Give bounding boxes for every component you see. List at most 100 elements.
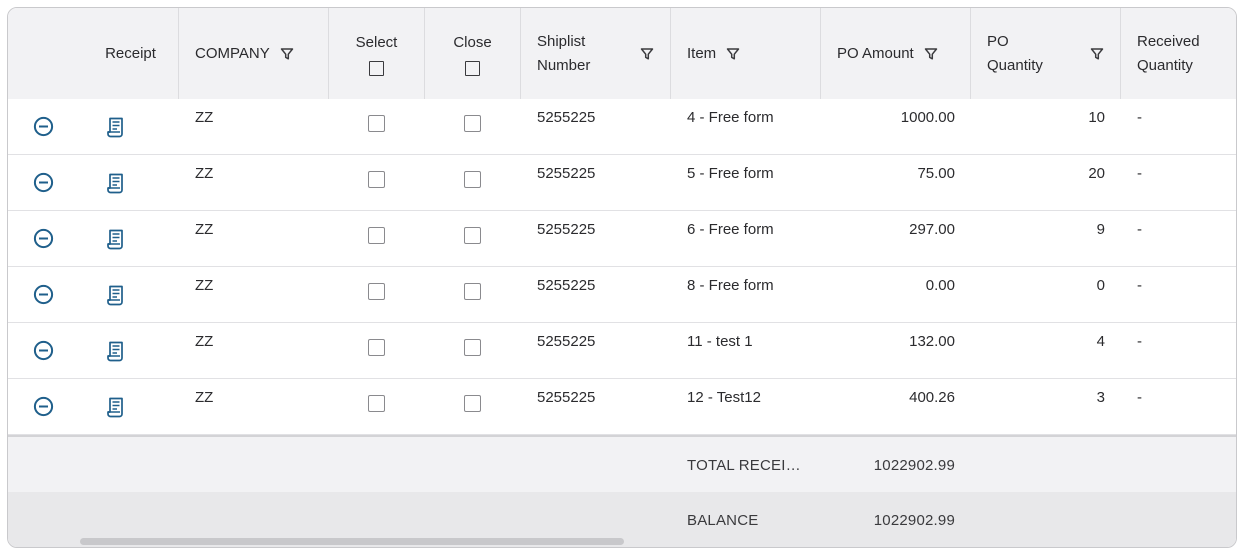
total-received-row: TOTAL RECEI… 1022902.99 — [8, 435, 1236, 494]
table-row[interactable]: ZZ 5255225 8 - Free form 0.00 0 - — [8, 267, 1236, 323]
po-amount-cell: 1000.00 — [900, 109, 955, 126]
header-po-quantity-label: PO Quantity — [987, 30, 1080, 78]
select-all-checkbox[interactable] — [369, 61, 384, 76]
received-quantity-cell: - — [1137, 165, 1142, 182]
header-shiplist-label: Shiplist Number — [537, 30, 630, 78]
shiplist-cell: 5255225 — [537, 165, 596, 182]
received-quantity-cell: - — [1137, 333, 1142, 350]
po-amount-cell: 400.26 — [909, 389, 955, 406]
balance-value: 1022902.99 — [873, 511, 955, 529]
select-checkbox[interactable] — [368, 115, 385, 132]
header-received-quantity-label: Received Quantity — [1137, 30, 1225, 78]
header-received-quantity[interactable]: Received Quantity — [1121, 8, 1236, 99]
horizontal-scrollbar[interactable] — [80, 538, 624, 545]
po-quantity-cell: 10 — [1088, 109, 1105, 126]
minus-circle-icon[interactable] — [33, 172, 54, 198]
header-received-line2: Quantity — [1137, 56, 1193, 74]
header-receipt[interactable]: Receipt — [83, 8, 179, 99]
company-cell: ZZ — [195, 333, 214, 350]
shiplist-cell: 5255225 — [537, 221, 596, 238]
item-cell: 11 - test 1 — [687, 333, 753, 350]
total-received-value: 1022902.99 — [873, 456, 955, 474]
header-select: Select — [329, 8, 425, 99]
filter-icon[interactable] — [924, 47, 938, 61]
select-checkbox[interactable] — [368, 171, 385, 188]
header-action-cell — [8, 8, 83, 99]
select-checkbox[interactable] — [368, 395, 385, 412]
header-company-label: COMPANY — [195, 44, 270, 62]
header-company[interactable]: COMPANY — [179, 8, 329, 99]
po-amount-cell: 132.00 — [909, 333, 955, 350]
receipt-icon[interactable] — [107, 117, 125, 143]
header-po-amount-label: PO Amount — [837, 44, 914, 62]
header-shiplist[interactable]: Shiplist Number — [521, 8, 671, 99]
filter-icon[interactable] — [726, 47, 740, 61]
table-row[interactable]: ZZ 5255225 11 - test 1 132.00 4 - — [8, 323, 1236, 379]
item-cell: 12 - Test12 — [687, 389, 761, 406]
close-all-checkbox[interactable] — [465, 61, 480, 76]
minus-circle-icon[interactable] — [33, 228, 54, 254]
close-checkbox[interactable] — [464, 283, 481, 300]
header-item[interactable]: Item — [671, 8, 821, 99]
minus-circle-icon[interactable] — [33, 396, 54, 422]
table-row[interactable]: ZZ 5255225 6 - Free form 297.00 9 - — [8, 211, 1236, 267]
po-quantity-cell: 9 — [1096, 221, 1105, 238]
shiplist-cell: 5255225 — [537, 389, 596, 406]
item-cell: 6 - Free form — [687, 221, 774, 238]
close-checkbox[interactable] — [464, 171, 481, 188]
company-cell: ZZ — [195, 277, 214, 294]
shiplist-cell: 5255225 — [537, 109, 596, 126]
receipt-icon[interactable] — [107, 229, 125, 255]
header-shiplist-line2: Number — [537, 56, 591, 74]
table-row[interactable]: ZZ 5255225 5 - Free form 75.00 20 - — [8, 155, 1236, 211]
item-cell: 5 - Free form — [687, 165, 774, 182]
receipt-icon[interactable] — [107, 285, 125, 311]
minus-circle-icon[interactable] — [33, 340, 54, 366]
close-checkbox[interactable] — [464, 339, 481, 356]
po-quantity-cell: 0 — [1096, 277, 1105, 294]
filter-icon[interactable] — [1090, 47, 1104, 61]
po-quantity-cell: 3 — [1096, 389, 1105, 406]
receipt-icon[interactable] — [107, 173, 125, 199]
header-shiplist-line1: Shiplist — [537, 32, 586, 50]
filter-icon[interactable] — [280, 47, 294, 61]
company-cell: ZZ — [195, 109, 214, 126]
header-po-quantity-line1: PO — [987, 32, 1009, 50]
select-checkbox[interactable] — [368, 227, 385, 244]
table-row[interactable]: ZZ 5255225 4 - Free form 1000.00 10 - — [8, 99, 1236, 155]
minus-circle-icon[interactable] — [33, 284, 54, 310]
po-amount-cell: 297.00 — [909, 221, 955, 238]
select-checkbox[interactable] — [368, 283, 385, 300]
receipt-icon[interactable] — [107, 341, 125, 367]
table-row[interactable]: ZZ 5255225 12 - Test12 400.26 3 - — [8, 379, 1236, 435]
po-amount-cell: 75.00 — [917, 165, 955, 182]
close-checkbox[interactable] — [464, 227, 481, 244]
receipts-grid: Receipt COMPANY Select Close Shiplist Nu… — [7, 7, 1237, 548]
received-quantity-cell: - — [1137, 109, 1142, 126]
po-amount-cell: 0.00 — [925, 277, 955, 294]
shiplist-cell: 5255225 — [537, 333, 596, 350]
filter-icon[interactable] — [640, 47, 654, 61]
company-cell: ZZ — [195, 389, 214, 406]
item-cell: 4 - Free form — [687, 109, 774, 126]
header-received-line1: Received — [1137, 32, 1200, 50]
header-receipt-label: Receipt — [105, 44, 156, 62]
header-po-quantity-line2: Quantity — [987, 56, 1043, 74]
minus-circle-icon[interactable] — [33, 116, 54, 142]
item-cell: 8 - Free form — [687, 277, 774, 294]
header-po-amount[interactable]: PO Amount — [821, 8, 971, 99]
select-checkbox[interactable] — [368, 339, 385, 356]
header-po-quantity[interactable]: PO Quantity — [971, 8, 1121, 99]
header-select-label: Select — [355, 34, 398, 51]
grid-header: Receipt COMPANY Select Close Shiplist Nu… — [8, 8, 1236, 100]
received-quantity-cell: - — [1137, 389, 1142, 406]
close-checkbox[interactable] — [464, 115, 481, 132]
close-checkbox[interactable] — [464, 395, 481, 412]
received-quantity-cell: - — [1137, 221, 1142, 238]
company-cell: ZZ — [195, 165, 214, 182]
header-item-label: Item — [687, 44, 717, 62]
header-close-label: Close — [453, 34, 492, 51]
received-quantity-cell: - — [1137, 277, 1142, 294]
receipt-icon[interactable] — [107, 397, 125, 423]
balance-label: BALANCE — [687, 511, 759, 529]
